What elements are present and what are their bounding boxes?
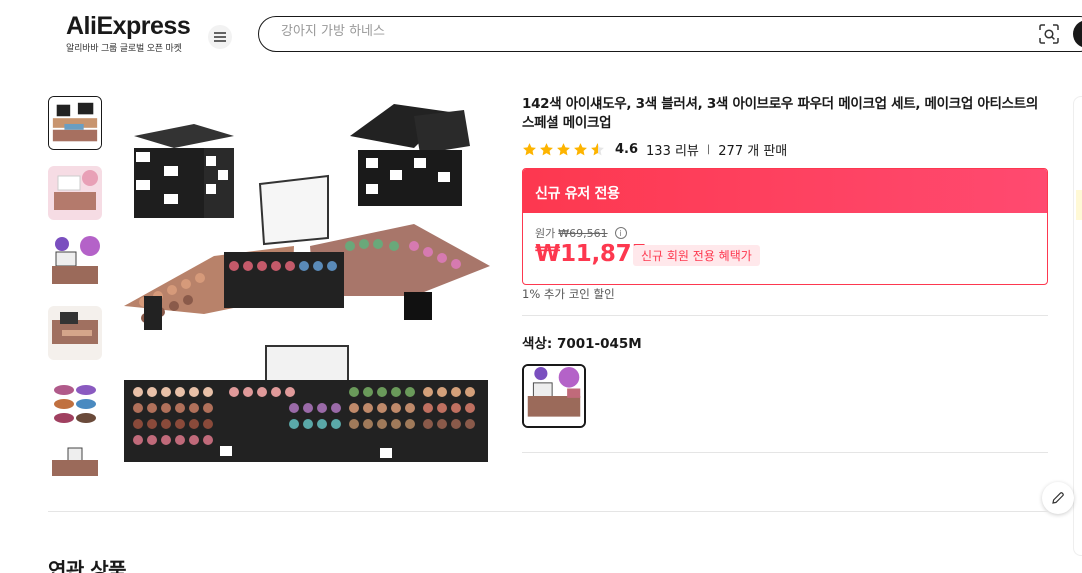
promo-header: 신규 유저 전용 [523,169,1047,213]
info-icon[interactable]: i [614,227,627,239]
related-products-heading: 연관 상품 [48,558,127,573]
separator: | [706,143,711,155]
original-price: ₩69,561 [558,226,608,240]
color-option-7001-045m[interactable] [522,364,586,428]
side-panel [1073,96,1082,556]
divider [522,315,1048,316]
rating-value: 4.6 [615,141,639,157]
star-icon [540,142,553,155]
thumbnail[interactable] [48,96,102,150]
search-input[interactable] [281,24,981,39]
search-bar [258,16,1082,52]
thumbnail[interactable] [48,446,102,478]
new-user-promo-box: 신규 유저 전용 원가 ₩69,561 i ₩11,875 신규 회원 전용 혜… [522,168,1048,285]
price-badge: 신규 회원 전용 혜택가 [633,245,760,266]
thumbnail[interactable] [48,306,102,360]
coin-discount: 1% 추가 코인 할인 [522,287,615,301]
sold-count: 277 개 판매 [718,143,788,159]
thumbnail[interactable] [48,166,102,220]
logo-text: AliExpress [66,12,191,40]
review-count[interactable]: 133 리뷰 [646,140,699,159]
menu-icon[interactable] [208,25,232,49]
divider [522,452,1048,453]
thumbnail-list [48,96,102,478]
product-title: 142색 아이섀도우, 3색 블러셔, 3색 아이브로우 파우더 메이크업 세트… [522,96,1039,131]
original-price-row: 원가 ₩69,561 i [535,225,627,241]
star-icon [557,142,570,155]
product-main-image[interactable] [114,96,498,480]
side-panel-accent [1076,190,1082,220]
thumbnail[interactable] [48,376,102,430]
rating-stars [522,142,605,157]
half-star-icon [591,142,604,155]
divider [48,511,1048,512]
color-label: 색상: 7001-045M [522,336,642,352]
aliexpress-logo[interactable]: AliExpress 알리바바 그룹 글로벌 오픈 마켓 [66,12,191,54]
star-icon [523,142,536,155]
edit-icon[interactable] [1042,482,1074,514]
logo-subtitle: 알리바바 그룹 글로벌 오픈 마켓 [66,44,182,54]
rating-row[interactable]: 4.6 133 리뷰 | 277 개 판매 [522,140,788,159]
camera-search-icon[interactable] [1039,24,1059,44]
thumbnail[interactable] [48,236,102,290]
star-icon [574,142,587,155]
sale-price: ₩11,875 [535,241,648,267]
search-button[interactable] [1073,20,1082,48]
original-price-label: 원가 [535,227,556,240]
